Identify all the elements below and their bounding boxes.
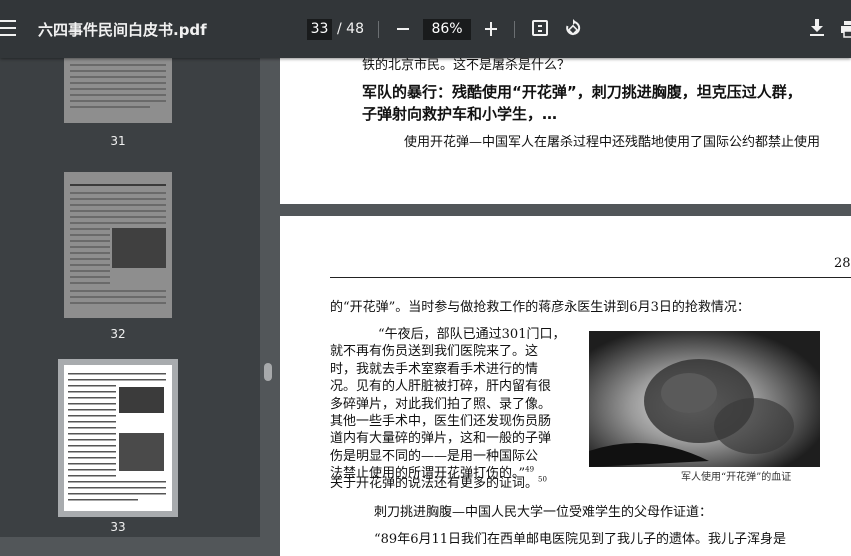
quote-line: 多碎弹片，对此我们拍了照、录了像。 bbox=[330, 396, 552, 412]
quote-line: 就不再有伤员送到我们医院来了。这 bbox=[330, 344, 539, 360]
zoom-out-icon[interactable] bbox=[397, 28, 409, 30]
section-heading: 军队的暴行：残酷使用“开花弹”，刺刀挑进胸腹，坦克压过人群， bbox=[362, 83, 802, 101]
page-total: / 48 bbox=[337, 21, 364, 37]
pdf-page-current: 28 的“开花弹”。当时参与做抢救工作的蒋彦永医生讲到6月3日的抢救情况： “午… bbox=[280, 216, 851, 556]
page-text-line: 使用开花弹—中国军人在屠杀过程中还残酷地使用了国际公约都禁止使用 bbox=[404, 135, 821, 150]
thumbnail-label: 31 bbox=[110, 134, 126, 148]
quote-line: 伤是明显不同的——是用一种国际公 bbox=[330, 448, 539, 464]
thumbnail-sidebar: 31 32 33 bbox=[0, 58, 260, 537]
toolbar-divider bbox=[514, 21, 515, 38]
sidebar-scrollbar[interactable] bbox=[264, 363, 272, 381]
page-text-line: 的“开花弹”。当时参与做抢救工作的蒋彦永医生讲到6月3日的抢救情况： bbox=[330, 300, 750, 315]
rotate-icon[interactable] bbox=[564, 19, 582, 37]
thumbnail-label: 33 bbox=[110, 520, 126, 534]
thumbnail-text-lines bbox=[70, 64, 166, 108]
page-thumbnail-32[interactable] bbox=[64, 172, 172, 318]
page-number-label: 28 bbox=[834, 256, 851, 271]
page-text-line: 关于开花弹的说法还有更多的证词。50 bbox=[330, 475, 547, 491]
download-icon[interactable] bbox=[809, 19, 825, 37]
quote-line: 况。见有的人肝脏被打碎，肝内留有很 bbox=[330, 379, 552, 395]
quote-line: “午夜后，部队已通过301门口， bbox=[378, 327, 566, 342]
page-number-input[interactable]: 33 bbox=[307, 19, 332, 40]
photo-wound bbox=[589, 331, 820, 467]
page-thumbnail-33[interactable] bbox=[58, 359, 178, 517]
quote-line: 其他一些手术中，医生们还发现伤员肠 bbox=[330, 414, 552, 429]
header-rule bbox=[330, 277, 851, 278]
photo-caption: 军人使用“开花弹”的血证 bbox=[681, 472, 792, 483]
document-title: 六四事件民间白皮书.pdf bbox=[38, 21, 207, 39]
print-icon[interactable] bbox=[841, 20, 851, 38]
zoom-in-icon[interactable] bbox=[485, 22, 497, 36]
pdf-toolbar: 六四事件民间白皮书.pdf 33 / 48 86% bbox=[0, 0, 851, 58]
thumbnail-label: 32 bbox=[110, 327, 126, 341]
thumbnail-text-lines bbox=[70, 184, 166, 304]
pdf-page-previous: 铁的北京市民。这不是屠杀是什么？ 军队的暴行：残酷使用“开花弹”，刺刀挑进胸腹，… bbox=[280, 40, 851, 204]
page-thumbnail-31[interactable] bbox=[64, 58, 172, 123]
thumbnail-text-lines bbox=[68, 373, 166, 501]
quote-line: 时，我就去手术室察看手术进行的情 bbox=[330, 361, 539, 377]
toolbar-divider bbox=[378, 21, 379, 38]
zoom-level-input[interactable]: 86% bbox=[423, 19, 471, 40]
quote-line: 道内有大量碎的弹片，这和一般的子弹 bbox=[330, 431, 552, 447]
page-text-line: 刺刀挑进胸腹—中国人民大学一位受难学生的父母作证道： bbox=[374, 505, 713, 520]
section-heading: 子弹射向救护车和小学生，… bbox=[362, 105, 558, 123]
page-text-line: “89年6月11日我们在西单邮电医院见到了我儿子的遗体。我儿子浑身是 bbox=[374, 532, 787, 547]
menu-icon[interactable] bbox=[0, 20, 16, 38]
fit-to-page-icon[interactable] bbox=[532, 20, 548, 36]
